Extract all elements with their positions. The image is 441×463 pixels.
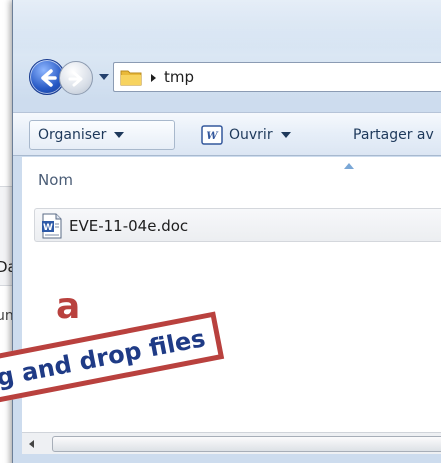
svg-text:W: W (43, 223, 53, 233)
address-bar[interactable]: tmp (113, 62, 441, 92)
chevron-down-icon[interactable] (97, 70, 111, 84)
chevron-down-icon (114, 132, 125, 138)
svg-text:W: W (206, 131, 219, 142)
sort-arrow-icon (344, 163, 354, 169)
back-arrow-icon (41, 69, 57, 87)
column-header[interactable]: Nom (22, 157, 441, 197)
open-label: Ouvrir (229, 127, 273, 143)
file-name: EVE-11-04e.doc (69, 217, 189, 235)
organise-button[interactable]: Organiser (29, 120, 175, 150)
organise-label: Organiser (38, 127, 107, 143)
breadcrumb-arrow-icon[interactable] (148, 72, 158, 84)
file-list-pane: Nom W EVE-11-04e.doc (22, 157, 441, 432)
forward-button[interactable] (59, 61, 93, 95)
command-bar: Organiser W Ouvrir Partager av (13, 112, 441, 156)
share-label: Partager av (353, 127, 434, 143)
folder-icon (120, 70, 142, 86)
window-frame-gloss (13, 0, 441, 48)
horizontal-scrollbar[interactable] (22, 432, 441, 454)
scroll-left-icon[interactable] (24, 436, 40, 452)
column-name[interactable]: Nom (38, 171, 73, 189)
word-document-icon: W (42, 213, 62, 239)
panel-letter: a (56, 286, 81, 327)
share-button[interactable]: Partager av (353, 120, 441, 150)
list-item[interactable]: W EVE-11-04e.doc (34, 208, 441, 242)
word-document-icon: W (201, 125, 223, 145)
chevron-down-icon (280, 132, 291, 138)
breadcrumb-tmp[interactable]: tmp (164, 68, 194, 86)
scrollbar-thumb[interactable] (52, 436, 441, 452)
forward-arrow-icon (68, 71, 83, 87)
open-button[interactable]: W Ouvrir (197, 120, 317, 150)
